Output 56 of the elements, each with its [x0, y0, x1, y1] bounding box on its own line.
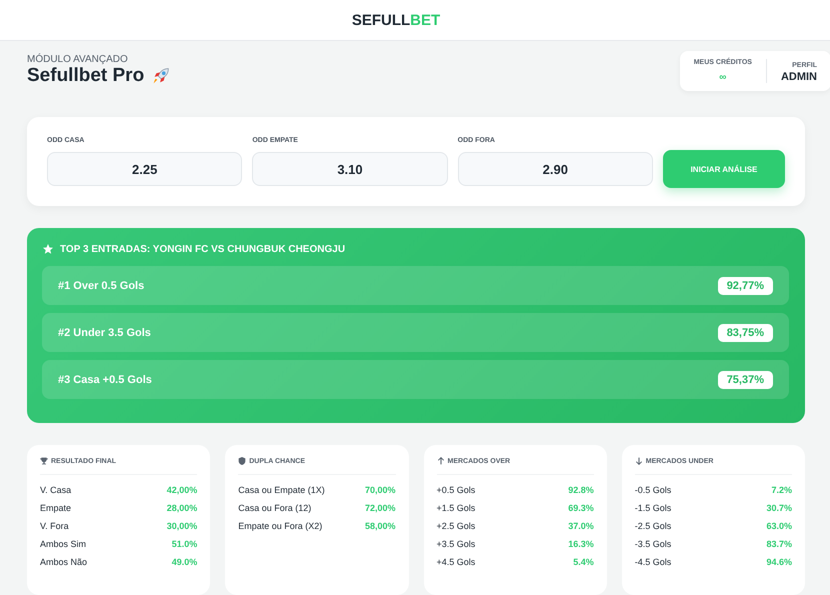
- odd-input[interactable]: 2.25: [47, 152, 242, 186]
- market-percent: 28,00%: [166, 503, 198, 515]
- market-percent: 7.2%: [771, 485, 792, 497]
- market-percent: 72,00%: [364, 503, 396, 515]
- market-percent: 94.6%: [766, 557, 792, 569]
- market-label: -4.5 Gols: [634, 557, 672, 569]
- market-percent: 30.7%: [766, 503, 792, 515]
- shield-icon: [238, 457, 246, 465]
- market-percent: 70,00%: [364, 485, 396, 497]
- market-percent: 37.0%: [568, 521, 594, 533]
- page-title: Sefullbet Pro: [27, 65, 144, 87]
- entry-percent: 75,37%: [718, 370, 773, 388]
- market-label: -1.5 Gols: [634, 503, 672, 515]
- market-label: Casa ou Fora (12): [238, 503, 312, 515]
- market-label: +0.5 Gols: [436, 485, 476, 497]
- market-label: +1.5 Gols: [436, 503, 476, 515]
- market-label: Ambos Sim: [40, 539, 86, 551]
- market-label: Ambos Não: [40, 557, 88, 569]
- odd-input[interactable]: 2.90: [458, 152, 653, 186]
- market-label: Empate ou Fora (X2): [238, 521, 322, 533]
- market-percent: 30,00%: [166, 521, 198, 533]
- market-label: -0.5 Gols: [634, 485, 672, 497]
- market-label: V. Casa: [40, 485, 72, 497]
- market-percent: 51.0%: [172, 539, 198, 551]
- market-percent: 49.0%: [172, 557, 198, 569]
- market-percent: 42,00%: [166, 485, 198, 497]
- arrow-up-icon: [436, 457, 444, 465]
- market-percent: 63.0%: [766, 521, 792, 533]
- market-percent: 69.3%: [568, 503, 594, 515]
- market-percent: 83.7%: [766, 539, 792, 551]
- profile-value: ADMIN: [780, 71, 817, 83]
- odd-input[interactable]: 3.10: [252, 152, 448, 186]
- entry-label: #2 Under 3.5 Gols: [58, 326, 151, 338]
- entry-percent: 83,75%: [718, 324, 773, 342]
- entry-label: #3 Casa +0.5 Gols: [58, 374, 152, 386]
- market-label: +2.5 Gols: [436, 521, 476, 533]
- eyebrow-text: MÓDULO AVANÇADO: [27, 54, 129, 65]
- trophy-icon: [40, 457, 48, 465]
- market-percent: 5.4%: [573, 557, 594, 569]
- market-percent: 16.3%: [568, 539, 594, 551]
- entry-label: #1 Over 0.5 Gols: [58, 280, 144, 292]
- market-label: Casa ou Empate (1X): [238, 485, 325, 497]
- panel-title: TOP 3 ENTRADAS: YONGIN FC VS CHUNGBUK CHEONGJU: [60, 244, 346, 254]
- market-label: +4.5 Gols: [436, 557, 476, 569]
- arrow-down-icon: [634, 457, 643, 465]
- market-label: Empate: [40, 503, 72, 515]
- entry-percent: 92,77%: [718, 276, 773, 294]
- logo: SEFULLBET: [352, 12, 440, 28]
- credits-value: ∞: [719, 72, 726, 83]
- market-percent: 92.8%: [568, 485, 594, 497]
- market-label: -2.5 Gols: [634, 521, 672, 533]
- market-percent: 58,00%: [364, 521, 396, 533]
- market-label: +3.5 Gols: [436, 539, 476, 551]
- market-label: -3.5 Gols: [634, 539, 672, 551]
- star-icon: [42, 243, 54, 255]
- market-label: V. Fora: [40, 521, 69, 533]
